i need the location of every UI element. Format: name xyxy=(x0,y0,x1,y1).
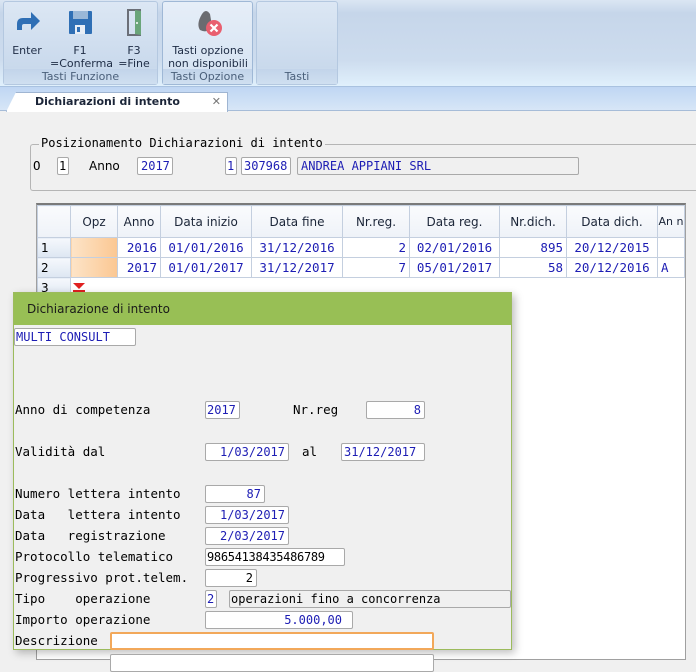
tipo-operazione-code-field[interactable]: 2 xyxy=(205,590,217,608)
col-header-nr-dich[interactable]: Nr.dich. xyxy=(499,205,567,238)
dichiarazione-intento-dialog: Dichiarazione di intento MULTI CONSULT A… xyxy=(13,292,512,672)
numero-lettera-field[interactable]: 87 xyxy=(205,485,265,503)
order-field[interactable]: 1 xyxy=(57,157,69,175)
floppy-save-icon xyxy=(69,11,92,34)
enter-button[interactable]: Enter xyxy=(10,6,44,57)
nr-dich-cell: 895 xyxy=(499,237,567,258)
col-header-data-dich[interactable]: Data dich. xyxy=(566,205,658,238)
row-number: 2 xyxy=(37,257,71,278)
numero-lettera-label: Numero lettera intento xyxy=(15,486,181,501)
anno-field[interactable]: 2017 xyxy=(137,157,173,175)
data-fine-cell: 31/12/2016 xyxy=(251,237,343,258)
close-tab-icon[interactable]: ✕ xyxy=(212,93,221,111)
data-registrazione-label: Data registrazione xyxy=(15,528,166,543)
col-header-nr-reg[interactable]: Nr.reg. xyxy=(342,205,410,238)
protocollo-field[interactable]: 98654138435486789 xyxy=(205,548,345,566)
anno-cell: 2016 xyxy=(117,237,161,258)
table-row[interactable]: 2 2017 01/01/2017 31/12/2017 7 05/01/201… xyxy=(37,257,685,278)
data-reg-cell: 02/01/2016 xyxy=(409,237,500,258)
f3-fine-button[interactable]: F3 =Fine xyxy=(114,6,154,70)
protocollo-label: Protocollo telematico xyxy=(15,549,174,564)
descrizione-field-2[interactable] xyxy=(110,654,434,672)
anno-cell: 2017 xyxy=(117,257,161,278)
ribbon-toolbar: Enter F1 =Conferma F3 =Fine Tasti Funzio… xyxy=(0,0,696,98)
tab-dichiarazioni-intento[interactable]: Dichiarazioni di intento ricevute ✕ xyxy=(6,92,228,112)
data-dich-cell: 20/12/2016 xyxy=(566,257,658,278)
validita-al-field[interactable]: 31/12/2017 xyxy=(341,443,425,461)
anno-label: Anno xyxy=(89,159,120,173)
client-name-field: MULTI CONSULT xyxy=(14,328,136,346)
validita-dal-label: Validità dal xyxy=(15,444,106,459)
customer-name-field: ANDREA APPIANI SRL xyxy=(297,157,579,175)
group-label: Tasti Opzione xyxy=(163,69,252,84)
an-cell: A xyxy=(657,257,685,278)
col-header-an[interactable]: An n xyxy=(657,205,685,238)
col-header-data-reg[interactable]: Data reg. xyxy=(409,205,500,238)
group-label: Tasti Comando xyxy=(257,69,337,98)
document-tab-strip: Dichiarazioni di intento ricevute ✕ xyxy=(0,87,696,112)
data-lettera-field[interactable]: 1/03/2017 xyxy=(205,506,289,524)
nr-reg-label: Nr.reg xyxy=(293,402,339,417)
positioning-legend: Posizionamento Dichiarazioni di intento xyxy=(39,136,325,150)
progressivo-label: Progressivo prot.telem. xyxy=(15,570,189,585)
group-tasti-opzione: Tasti opzione non disponibili Tasti Opzi… xyxy=(162,1,253,85)
data-fine-cell: 31/12/2017 xyxy=(251,257,343,278)
grid-header-row: Opz Anno Data inizio Data fine Nr.reg. D… xyxy=(37,205,685,238)
f1-conferma-button[interactable]: F1 =Conferma xyxy=(50,6,113,70)
table-row[interactable]: 1 2016 01/01/2016 31/12/2016 2 02/01/201… xyxy=(37,237,685,258)
al-label: al xyxy=(302,444,318,459)
row-number: 1 xyxy=(37,237,71,258)
tipo-operazione-label: Tipo operazione xyxy=(15,591,151,606)
enter-arrow-icon xyxy=(17,12,40,30)
anno-competenza-field[interactable]: 2017 xyxy=(205,401,240,419)
group-tasti-comando: Tasti Comando xyxy=(256,1,338,98)
type-field[interactable]: 1 xyxy=(225,157,237,175)
descrizione-field-1[interactable] xyxy=(110,632,434,650)
exit-door-icon xyxy=(127,9,141,36)
opz-cell[interactable] xyxy=(70,237,118,258)
dialog-title: Dichiarazione di intento xyxy=(14,293,511,325)
data-reg-cell: 05/01/2017 xyxy=(409,257,500,278)
anno-competenza-label: Anno di competenza xyxy=(15,402,151,417)
data-inizio-cell: 01/01/2017 xyxy=(160,257,252,278)
nr-dich-cell: 58 xyxy=(499,257,567,278)
insert-row-marker-icon xyxy=(73,283,85,293)
importo-label: Importo operazione xyxy=(15,612,151,627)
nr-reg-cell: 7 xyxy=(342,257,410,278)
col-header-anno[interactable]: Anno xyxy=(117,205,161,238)
opz-cell[interactable] xyxy=(70,257,118,278)
progressivo-field[interactable]: 2 xyxy=(205,569,257,587)
customer-code-field[interactable]: 307968 xyxy=(241,157,291,175)
data-dich-cell: 20/12/2015 xyxy=(566,237,658,258)
an-cell xyxy=(657,237,685,258)
col-header-data-inizio[interactable]: Data inizio xyxy=(160,205,252,238)
options-unavailable-button[interactable]: Tasti opzione non disponibili xyxy=(165,6,251,70)
col-header-rownum xyxy=(37,205,71,238)
tipo-operazione-desc-field: operazioni fino a concorrenza xyxy=(229,590,511,608)
unavailable-options-icon xyxy=(198,11,222,36)
group-label: Tasti Funzione xyxy=(4,69,157,84)
data-lettera-label: Data lettera intento xyxy=(15,507,181,522)
order-label: O xyxy=(33,158,41,173)
importo-field[interactable]: 5.000,00 xyxy=(205,611,353,629)
data-registrazione-field[interactable]: 2/03/2017 xyxy=(205,527,289,545)
descrizione-label: Descrizione xyxy=(15,633,98,648)
nr-reg-field[interactable]: 8 xyxy=(366,401,425,419)
validita-dal-field[interactable]: 1/03/2017 xyxy=(205,443,289,461)
group-tasti-funzione: Enter F1 =Conferma F3 =Fine Tasti Funzio… xyxy=(3,1,158,85)
declarations-table: Opz Anno Data inizio Data fine Nr.reg. D… xyxy=(37,205,685,298)
data-inizio-cell: 01/01/2016 xyxy=(160,237,252,258)
col-header-data-fine[interactable]: Data fine xyxy=(251,205,343,238)
nr-reg-cell: 2 xyxy=(342,237,410,258)
col-header-opz[interactable]: Opz xyxy=(70,205,118,238)
